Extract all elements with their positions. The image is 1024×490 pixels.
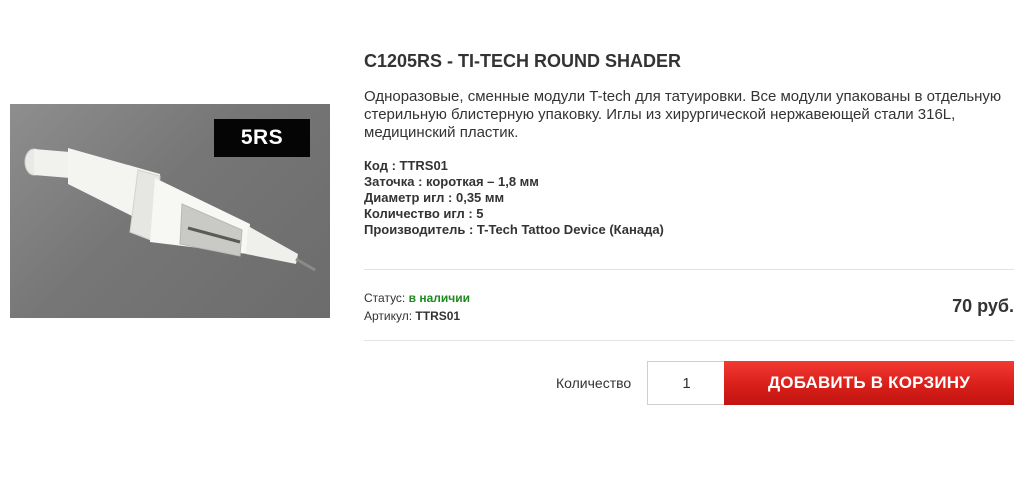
quantity-label: Количество (556, 375, 632, 391)
sku-value: TTRS01 (415, 309, 461, 323)
spec-manufacturer: Производитель : T-Tech Tattoo Device (Ка… (364, 222, 664, 237)
spec-needle-count: Количество игл : 5 (364, 206, 484, 221)
status-value: в наличии (408, 291, 470, 305)
product-title: C1205RS - TI-TECH ROUND SHADER (364, 51, 682, 71)
cartridge-shape (24, 148, 316, 272)
status-line: Статус: в наличии (364, 289, 470, 307)
product-description: Одноразовые, сменные модули T-tech для т… (364, 88, 1002, 141)
sku-label: Артикул: (364, 309, 416, 323)
add-to-cart-button[interactable]: ДОБАВИТЬ В КОРЗИНУ (724, 361, 1014, 405)
divider (364, 340, 1014, 341)
product-image: 5RS (10, 104, 330, 318)
status-label: Статус: (364, 291, 409, 305)
product-price: 70 руб. (952, 296, 1014, 316)
product-specs: Код : TTRS01 Заточка : короткая – 1,8 мм… (364, 158, 664, 238)
quantity-input[interactable] (647, 361, 725, 405)
spec-diameter: Диаметр игл : 0,35 мм (364, 190, 505, 205)
spec-code: Код : TTRS01 (364, 158, 448, 173)
spec-sharpening: Заточка : короткая – 1,8 мм (364, 174, 539, 189)
sku-line: Артикул: TTRS01 (364, 307, 470, 325)
divider (364, 269, 1014, 270)
image-badge: 5RS (214, 119, 310, 157)
availability-block: Статус: в наличии Артикул: TTRS01 (364, 289, 470, 325)
